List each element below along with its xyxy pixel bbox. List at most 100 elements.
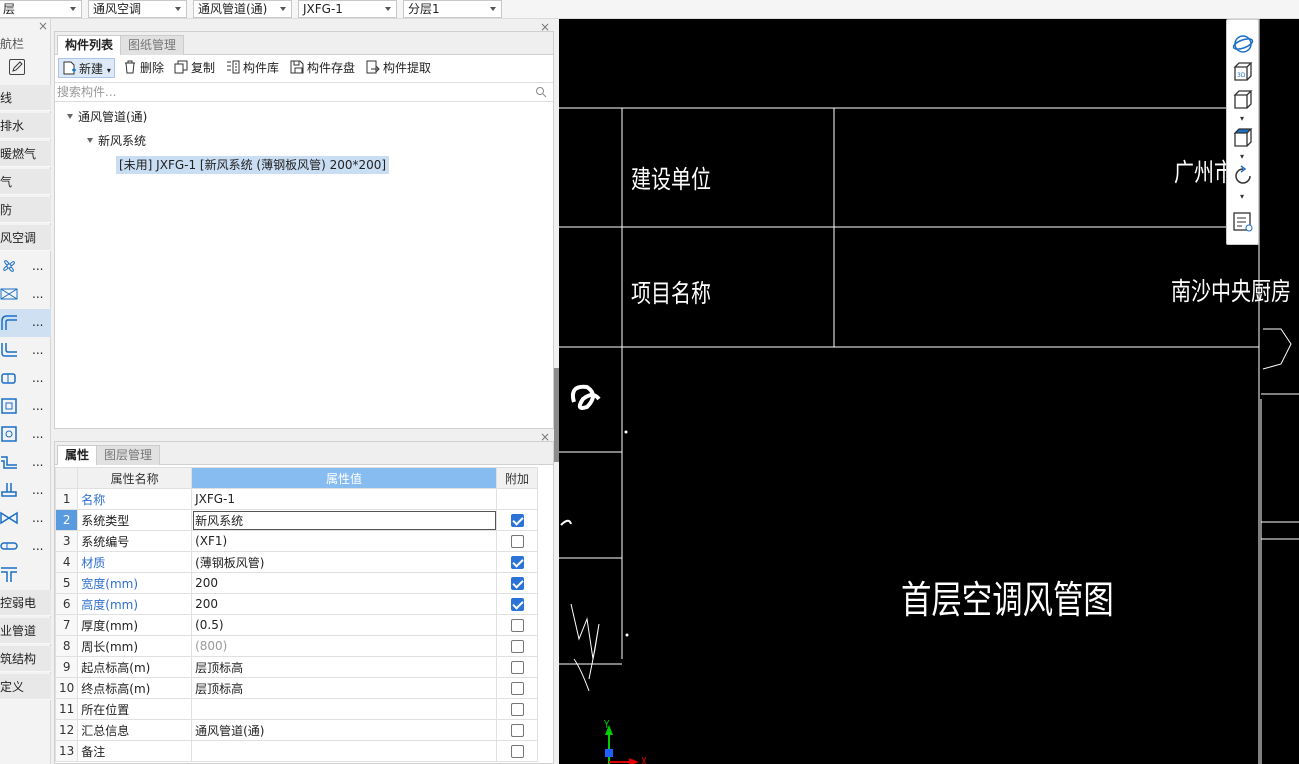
expand-icon[interactable] bbox=[87, 138, 93, 143]
new-button[interactable]: 新建 ▾ bbox=[58, 58, 115, 78]
property-value[interactable] bbox=[191, 740, 498, 762]
nav-pipe-connector[interactable]: ... bbox=[0, 533, 51, 561]
property-value[interactable]: 通风管道(通) bbox=[191, 719, 498, 741]
layer-select[interactable]: 分层1 bbox=[403, 0, 502, 18]
property-row[interactable]: 8 周长(mm) (800) bbox=[54, 635, 538, 657]
nav-item-9[interactable]: 筑结构 bbox=[0, 646, 51, 672]
nav-item-3[interactable]: 暖燃气 bbox=[0, 141, 51, 167]
property-value[interactable]: 200 bbox=[191, 593, 498, 615]
property-row[interactable]: 10 终点标高(m) 层顶标高 bbox=[54, 677, 538, 699]
extra-checkbox[interactable] bbox=[510, 640, 524, 653]
tab-layer-management[interactable]: 图层管理 bbox=[96, 445, 161, 465]
fan-icon bbox=[3, 260, 15, 272]
component-search-input[interactable]: 搜索构件... bbox=[55, 82, 553, 102]
nav-item-1[interactable]: 线 bbox=[0, 85, 51, 111]
extra-checkbox[interactable] bbox=[510, 577, 524, 590]
property-row[interactable]: 4 材质 (薄钢板风管) bbox=[54, 551, 538, 573]
nav-duct-fitting[interactable]: ... bbox=[0, 337, 51, 365]
extra-checkbox[interactable] bbox=[510, 724, 524, 737]
nav-duct[interactable]: ... bbox=[0, 309, 51, 337]
property-row[interactable]: 12 汇总信息 通风管道(通) bbox=[54, 719, 538, 741]
expand-icon[interactable] bbox=[67, 114, 73, 119]
extra-checkbox[interactable] bbox=[510, 535, 524, 548]
copy-button[interactable]: 复制 bbox=[174, 58, 215, 78]
property-row[interactable]: 5 宽度(mm) 200 bbox=[54, 572, 538, 594]
nav-duct-offset[interactable]: ... bbox=[0, 449, 51, 477]
drawing-view-icon[interactable] bbox=[1231, 210, 1255, 234]
property-row[interactable]: 7 厚度(mm) (0.5) bbox=[54, 614, 538, 636]
property-row[interactable]: 6 高度(mm) 200 bbox=[54, 593, 538, 615]
extract-component-button[interactable]: 构件提取 bbox=[366, 58, 431, 78]
search-icon[interactable] bbox=[535, 86, 547, 98]
close-icon[interactable]: × bbox=[540, 20, 550, 34]
nav-duct-riser[interactable]: ... bbox=[0, 477, 51, 505]
property-value[interactable]: (0.5) bbox=[191, 614, 498, 636]
property-row[interactable]: 11 所在位置 bbox=[54, 698, 538, 720]
extract-component-label: 构件提取 bbox=[383, 61, 432, 75]
save-component-button[interactable]: 构件存盘 bbox=[290, 58, 355, 78]
property-value[interactable]: 新风系统 bbox=[191, 509, 498, 531]
nav-item-7[interactable]: 控弱电 bbox=[0, 590, 51, 616]
tree-node-system[interactable]: 新风系统 bbox=[87, 132, 146, 150]
nav-item-5[interactable]: 防 bbox=[0, 197, 51, 223]
cube-view-icon[interactable] bbox=[1231, 88, 1255, 112]
extra-checkbox[interactable] bbox=[510, 745, 524, 758]
property-value[interactable]: (800) bbox=[191, 635, 498, 657]
property-value[interactable] bbox=[191, 698, 498, 720]
extra-checkbox[interactable] bbox=[510, 514, 524, 527]
nav-item-hvac[interactable]: 风空调 bbox=[0, 225, 51, 251]
nav-air-outlet[interactable]: ... bbox=[0, 393, 51, 421]
nav-fan[interactable]: ... bbox=[0, 253, 51, 281]
extra-checkbox[interactable] bbox=[510, 682, 524, 695]
more-label: ... bbox=[32, 511, 44, 525]
tree-node-root[interactable]: 通风管道(通) bbox=[67, 108, 147, 126]
property-row[interactable]: 13 备注 bbox=[54, 740, 538, 762]
tab-properties[interactable]: 属性 bbox=[57, 445, 98, 465]
discipline-select[interactable]: 通风空调 bbox=[88, 0, 187, 18]
property-row[interactable]: 1 名称 JXFG-1 bbox=[54, 488, 538, 510]
nav-item-8[interactable]: 业管道 bbox=[0, 618, 51, 644]
nav-tee[interactable] bbox=[0, 561, 51, 589]
property-value[interactable]: JXFG-1 bbox=[191, 488, 498, 510]
extra-checkbox[interactable] bbox=[510, 598, 524, 611]
nav-duct-component[interactable]: ... bbox=[0, 365, 51, 393]
property-value[interactable]: 200 bbox=[191, 572, 498, 594]
component-type-select[interactable]: 通风管道(通) bbox=[193, 0, 292, 18]
3d-view-icon[interactable]: 3D bbox=[1231, 60, 1255, 84]
chevron-down-icon[interactable]: ▾ bbox=[1240, 114, 1244, 123]
nav-damper[interactable]: ... bbox=[0, 421, 51, 449]
close-icon[interactable]: × bbox=[540, 430, 550, 444]
edit-icon[interactable] bbox=[9, 59, 25, 75]
property-row[interactable]: 3 系统编号 (XF1) bbox=[54, 530, 538, 552]
property-value[interactable]: (薄钢板风管) bbox=[191, 551, 498, 573]
nav-item-10[interactable]: 定义 bbox=[0, 674, 51, 700]
top-view-icon[interactable] bbox=[1231, 126, 1255, 150]
extra-checkbox[interactable] bbox=[510, 619, 524, 632]
property-value[interactable]: 层顶标高 bbox=[191, 677, 498, 699]
chevron-down-icon[interactable]: ▾ bbox=[1240, 152, 1244, 161]
pipe-connector-icon bbox=[0, 542, 18, 550]
drawing-canvas[interactable]: 建设单位 广州市 项目名称 南沙中央厨房 首层空调风管图 Y X bbox=[559, 19, 1299, 764]
nav-air-valve[interactable]: ... bbox=[0, 281, 51, 309]
tab-component-list[interactable]: 构件列表 bbox=[57, 35, 122, 55]
property-value[interactable]: 层顶标高 bbox=[191, 656, 498, 678]
property-row[interactable]: 9 起点标高(m) 层顶标高 bbox=[54, 656, 538, 678]
extra-checkbox[interactable] bbox=[510, 556, 524, 569]
delete-button[interactable]: 删除 bbox=[123, 58, 164, 78]
library-button[interactable]: 构件库 bbox=[226, 58, 279, 78]
close-icon[interactable]: × bbox=[38, 19, 48, 33]
extra-checkbox[interactable] bbox=[510, 661, 524, 674]
floor-select[interactable]: 层 bbox=[0, 0, 82, 18]
nav-item-4[interactable]: 气 bbox=[0, 169, 51, 195]
component-select[interactable]: JXFG-1 bbox=[298, 0, 397, 18]
rotate-icon[interactable] bbox=[1231, 164, 1255, 188]
orbit-icon[interactable] bbox=[1231, 32, 1255, 56]
chevron-down-icon[interactable]: ▾ bbox=[1240, 192, 1244, 201]
extra-checkbox[interactable] bbox=[510, 703, 524, 716]
tab-drawing-management[interactable]: 图纸管理 bbox=[120, 35, 185, 55]
property-row[interactable]: 2 系统类型 新风系统 bbox=[54, 509, 538, 531]
tree-node-component[interactable]: [未用] JXFG-1 [新风系统 (薄钢板风管) 200*200] bbox=[116, 156, 390, 174]
nav-item-2[interactable]: 排水 bbox=[0, 113, 51, 139]
nav-valve[interactable]: ... bbox=[0, 505, 51, 533]
property-value[interactable]: (XF1) bbox=[191, 530, 498, 552]
